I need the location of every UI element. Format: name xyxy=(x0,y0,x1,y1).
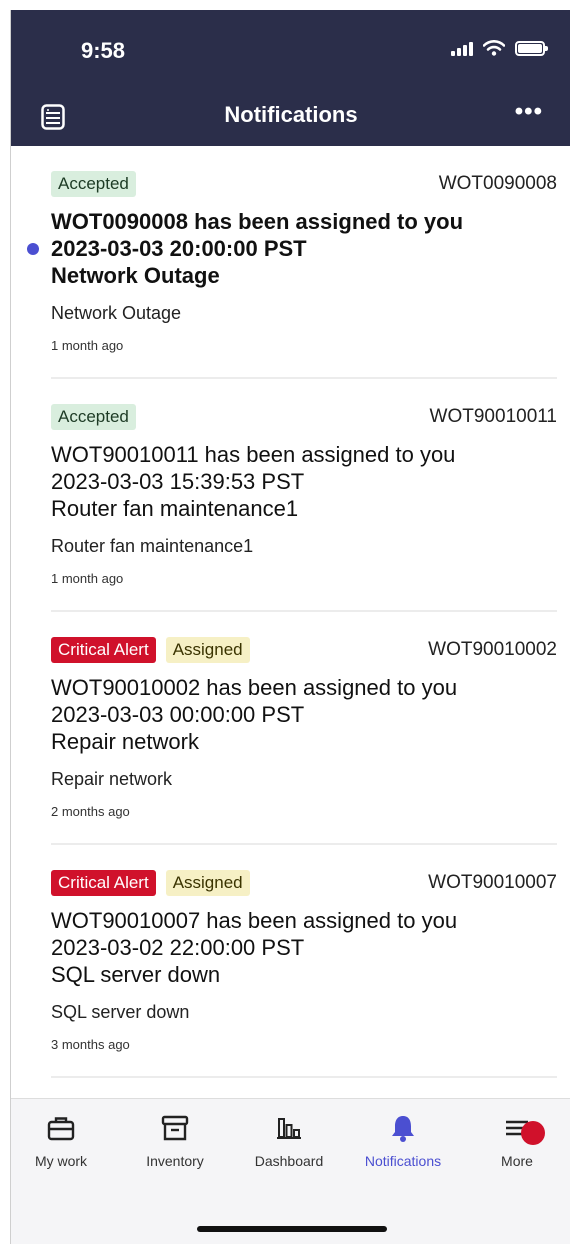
status-badge-critical: Critical Alert xyxy=(51,870,156,896)
notification-badge xyxy=(521,1121,545,1145)
tab-more[interactable]: More xyxy=(467,1113,567,1169)
page-title: Notifications xyxy=(224,102,358,127)
status-badge-accepted: Accepted xyxy=(51,404,136,430)
app-screen: 9:58 Notifications ••• Accepted WOT00900… xyxy=(10,10,570,1244)
tab-inventory[interactable]: Inventory xyxy=(125,1113,225,1169)
cellular-signal-icon xyxy=(451,40,473,56)
notification-title-line: 2023-03-03 00:00:00 PST xyxy=(51,702,305,727)
notification-item[interactable]: Critical Alert Assigned WOT90010002 WOT9… xyxy=(51,612,557,845)
tab-label: My work xyxy=(34,1153,88,1169)
bar-chart-icon xyxy=(277,1118,301,1139)
battery-icon xyxy=(515,40,548,56)
notification-subject: Network Outage xyxy=(51,303,182,323)
app-header: 9:58 Notifications ••• xyxy=(11,10,570,146)
bell-icon xyxy=(392,1116,414,1142)
more-options-button[interactable]: ••• xyxy=(515,98,543,126)
notification-subject: Router fan maintenance1 xyxy=(51,536,254,556)
notification-title-line: 2023-03-03 20:00:00 PST xyxy=(51,236,307,261)
status-badge-accepted: Accepted xyxy=(51,171,136,197)
tab-label: Notifications xyxy=(364,1153,442,1169)
status-badge-assigned: Assigned xyxy=(165,870,250,896)
notification-age: 1 month ago xyxy=(51,338,124,353)
notification-age: 2 months ago xyxy=(51,804,130,819)
notification-title-line: 2023-03-02 22:00:00 PST xyxy=(51,935,305,960)
notification-title: WOT0090008 has been assigned to you 2023… xyxy=(51,208,557,289)
status-badge-critical: Critical Alert xyxy=(51,637,156,663)
notification-title-line: 2023-03-03 15:39:53 PST xyxy=(51,469,305,494)
work-order-id: WOT90010002 xyxy=(428,639,557,660)
tab-label: Dashboard xyxy=(254,1153,324,1169)
home-indicator xyxy=(197,1226,387,1232)
notification-title-line: WOT90010007 has been assigned to you xyxy=(51,908,458,933)
notification-tags: Accepted WOT90010011 xyxy=(51,403,557,431)
notification-tags: Critical Alert Assigned WOT90010007 xyxy=(51,869,557,897)
notification-subject: Repair network xyxy=(51,769,173,789)
wifi-icon xyxy=(483,40,505,56)
notification-item[interactable]: Accepted WOT90010011 WOT90010011 has bee… xyxy=(51,379,557,612)
notification-item[interactable]: Critical Alert Assigned WOT90010007 WOT9… xyxy=(51,845,557,1078)
status-badge-assigned: Assigned xyxy=(165,637,250,663)
notification-title-line: Repair network xyxy=(51,729,199,754)
tab-dashboard[interactable]: Dashboard xyxy=(239,1113,339,1169)
bottom-tab-bar: My work Inventory Dashboard Notification… xyxy=(11,1098,570,1244)
notification-tags: Critical Alert Assigned WOT90010002 xyxy=(51,636,557,664)
archive-box-icon xyxy=(161,1115,189,1141)
notification-title: WOT90010002 has been assigned to you 202… xyxy=(51,674,557,755)
status-icons xyxy=(451,40,548,56)
notification-title: WOT90010007 has been assigned to you 202… xyxy=(51,907,557,988)
notification-age: 3 months ago xyxy=(51,1037,130,1052)
notification-title-line: WOT90010011 has been assigned to you xyxy=(51,442,456,467)
work-order-id: WOT90010007 xyxy=(428,872,557,893)
notification-list[interactable]: Accepted WOT0090008 WOT0090008 has been … xyxy=(11,146,570,1106)
briefcase-icon xyxy=(47,1117,75,1141)
notification-title-line: Router fan maintenance1 xyxy=(51,496,299,521)
notification-tags: Accepted WOT0090008 xyxy=(51,170,557,198)
notification-title-line: WOT90010002 has been assigned to you xyxy=(51,675,458,700)
notification-subject: SQL server down xyxy=(51,1002,190,1022)
tab-my-work[interactable]: My work xyxy=(11,1113,111,1169)
notification-age: 1 month ago xyxy=(51,571,124,586)
unread-indicator xyxy=(27,243,39,255)
notification-title: WOT90010011 has been assigned to you 202… xyxy=(51,441,557,522)
tab-notifications[interactable]: Notifications xyxy=(353,1113,453,1169)
work-order-id: WOT90010011 xyxy=(429,406,557,427)
notification-title-line: WOT0090008 has been assigned to you xyxy=(51,209,464,234)
notification-item[interactable]: Accepted WOT0090008 WOT0090008 has been … xyxy=(27,146,557,379)
notification-title-line: SQL server down xyxy=(51,962,221,987)
notification-title-line: Network Outage xyxy=(51,263,220,288)
status-time: 9:58 xyxy=(81,38,126,63)
work-order-id: WOT0090008 xyxy=(438,173,557,194)
tab-label: Inventory xyxy=(146,1153,204,1169)
tab-label: More xyxy=(501,1153,533,1169)
